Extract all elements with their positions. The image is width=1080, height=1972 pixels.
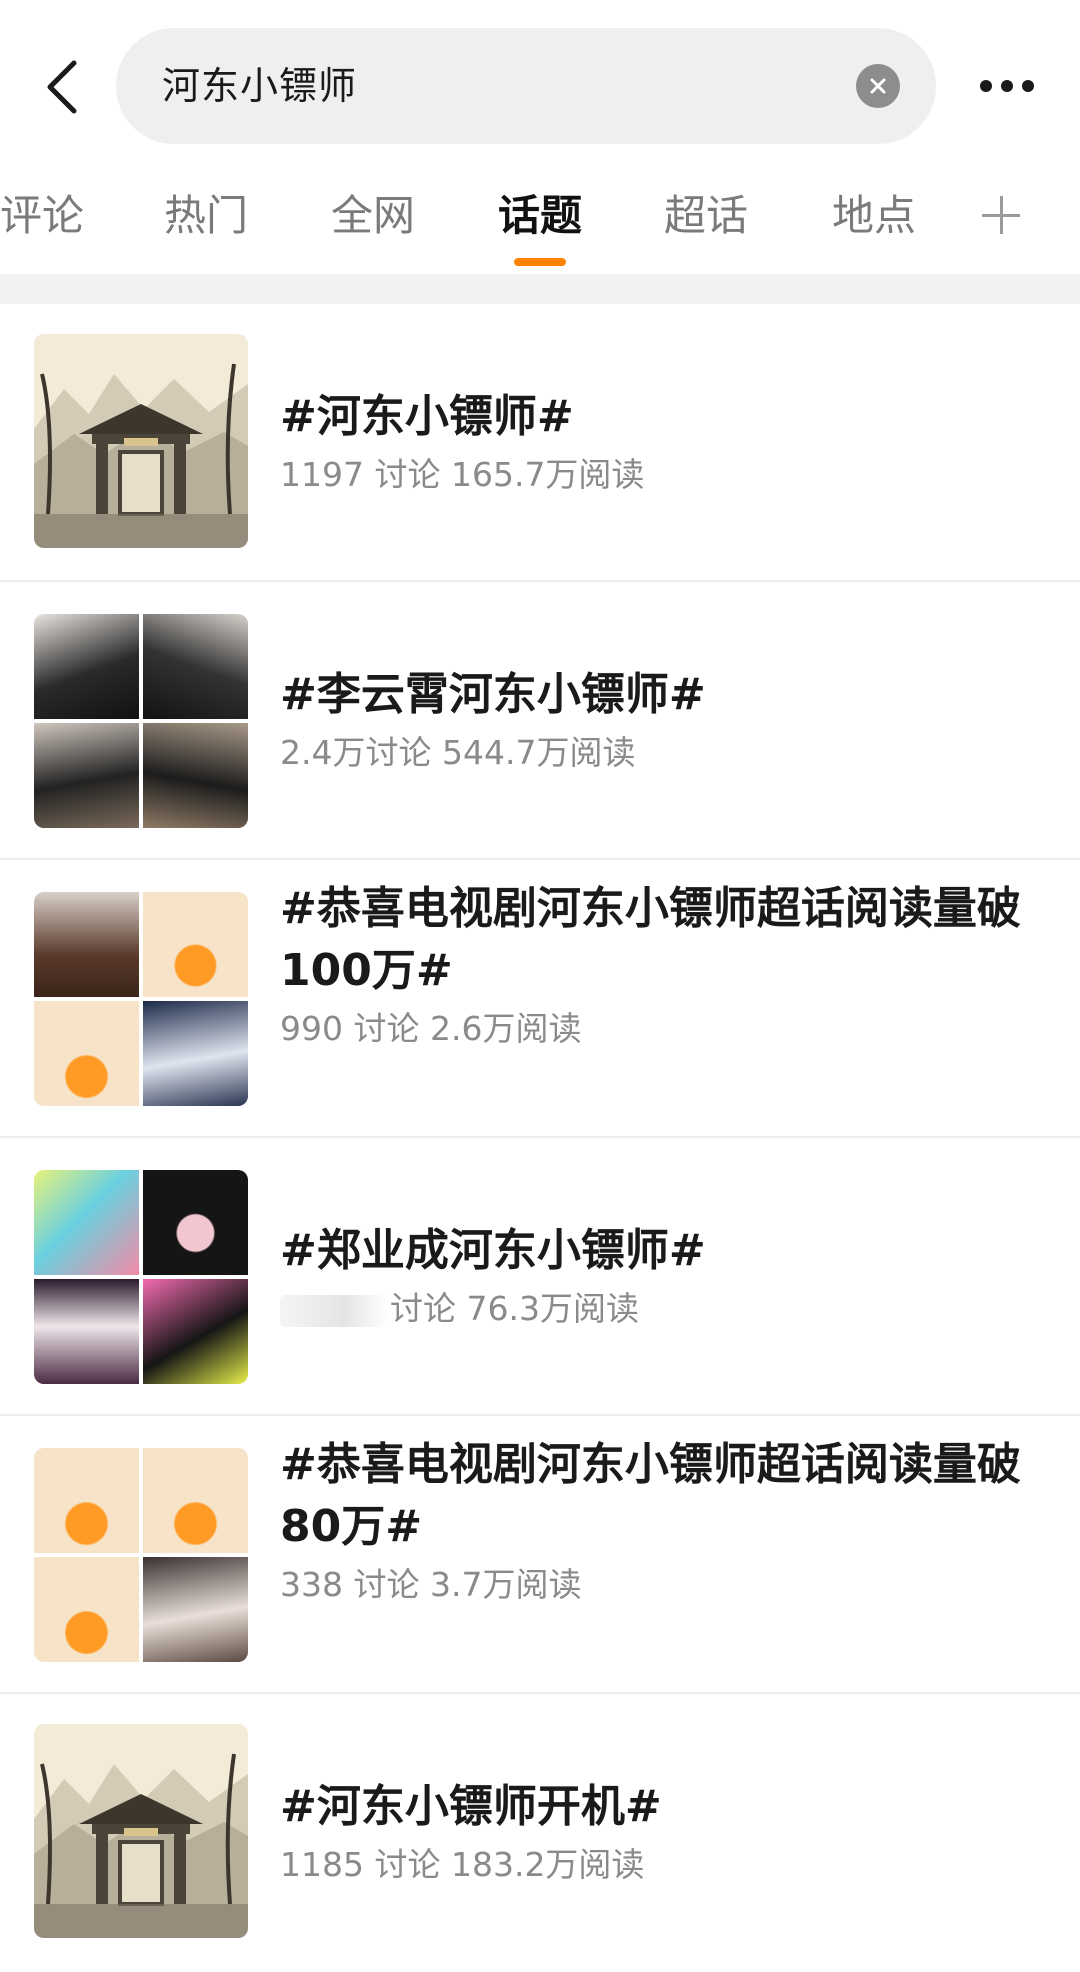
badge-cell — [34, 1001, 139, 1106]
badge-cell — [143, 892, 248, 997]
search-query: 河东小镖师 — [162, 64, 358, 108]
topic-thumbnail — [34, 1170, 248, 1384]
badge-cell — [34, 1448, 139, 1553]
back-button[interactable] — [22, 42, 102, 132]
search-input[interactable]: 河东小镖师 — [116, 28, 936, 144]
topic-title: #河东小镖师# — [280, 391, 574, 442]
topic-title: #恭喜电视剧河东小镖师超话阅读量破100万# — [280, 883, 1021, 996]
badge-cell — [143, 1448, 248, 1553]
ink-painting-gate-image — [34, 1724, 248, 1938]
add-tab-plus-icon[interactable] — [980, 186, 1024, 246]
tab-super-topics[interactable]: 超话 — [664, 186, 748, 246]
top-bar: 河东小镖师 — [0, 0, 1080, 160]
topic-result-item[interactable]: #恭喜电视剧河东小镖师超话阅读量破80万# 338 讨论 3.7万阅读 — [0, 1416, 1080, 1694]
topic-result-item[interactable]: #郑业成河东小镖师# 讨论 76.3万阅读 — [0, 1138, 1080, 1416]
clear-search-button[interactable] — [856, 64, 900, 108]
photo-cell — [34, 614, 139, 719]
search-tabs: 评论 热门 全网 话题 超话 地点 — [0, 160, 1080, 274]
topic-text: #河东小镖师# 1197 讨论 165.7万阅读 — [280, 386, 1050, 498]
photo-cell — [143, 1557, 248, 1662]
topic-stats: 2.4万讨论 544.7万阅读 — [280, 733, 636, 772]
topic-title: #恭喜电视剧河东小镖师超话阅读量破80万# — [280, 1439, 1021, 1552]
topic-stats: 990 讨论 2.6万阅读 — [280, 1009, 582, 1048]
topic-stats: 1185 讨论 183.2万阅读 — [280, 1845, 645, 1884]
more-options-button[interactable] — [962, 56, 1052, 116]
photo-cell — [34, 723, 139, 828]
fan-art-cell — [34, 1170, 139, 1275]
topic-results-list: #河东小镖师# 1197 讨论 165.7万阅读 #李云霄河东小镖师# 2.4万… — [0, 304, 1080, 1972]
more-dots-icon-part — [1022, 80, 1034, 92]
photo-cell — [34, 1279, 139, 1384]
fan-art-cell — [143, 1170, 248, 1275]
topic-text: #郑业成河东小镖师# 讨论 76.3万阅读 — [280, 1220, 1050, 1332]
topic-stats: 338 讨论 3.7万阅读 — [280, 1565, 582, 1604]
topic-text: #河东小镖师开机# 1185 讨论 183.2万阅读 — [280, 1776, 1050, 1888]
topic-title: #河东小镖师开机# — [280, 1781, 662, 1832]
topic-title: #郑业成河东小镖师# — [280, 1225, 706, 1276]
tab-web[interactable]: 全网 — [331, 186, 415, 246]
badge-cell — [34, 1557, 139, 1662]
topic-title: #李云霄河东小镖师# — [280, 669, 706, 720]
photo-cell — [34, 892, 139, 997]
topic-stats: 讨论 76.3万阅读 — [390, 1289, 639, 1328]
topic-thumbnail — [34, 1724, 248, 1938]
topic-text: #恭喜电视剧河东小镖师超话阅读量破80万# 338 讨论 3.7万阅读 — [280, 1434, 1050, 1608]
tab-places[interactable]: 地点 — [832, 186, 916, 246]
topic-result-item[interactable]: #李云霄河东小镖师# 2.4万讨论 544.7万阅读 — [0, 582, 1080, 860]
ink-painting-gate-image — [34, 334, 248, 548]
tab-topics[interactable]: 话题 — [498, 186, 582, 246]
active-tab-indicator — [514, 258, 566, 266]
photo-cell — [143, 1001, 248, 1106]
fan-art-cell — [143, 1279, 248, 1384]
topic-thumbnail — [34, 334, 248, 548]
topic-result-item[interactable]: #河东小镖师# 1197 讨论 165.7万阅读 — [0, 304, 1080, 582]
photo-cell — [143, 723, 248, 828]
topic-result-item[interactable]: #恭喜电视剧河东小镖师超话阅读量破100万# 990 讨论 2.6万阅读 — [0, 860, 1080, 1138]
close-icon — [870, 78, 886, 94]
topic-stats-row: 讨论 76.3万阅读 — [280, 1286, 1050, 1332]
blurred-count — [280, 1294, 388, 1327]
section-divider — [0, 274, 1080, 304]
topic-result-item[interactable]: #河东小镖师开机# 1185 讨论 183.2万阅读 — [0, 1694, 1080, 1972]
topic-text: #李云霄河东小镖师# 2.4万讨论 544.7万阅读 — [280, 664, 1050, 776]
tab-hot[interactable]: 热门 — [164, 186, 248, 246]
tab-comments[interactable]: 评论 — [0, 186, 84, 246]
topic-text: #恭喜电视剧河东小镖师超话阅读量破100万# 990 讨论 2.6万阅读 — [280, 878, 1050, 1052]
topic-thumbnail — [34, 614, 248, 828]
more-dots-icon — [980, 80, 992, 92]
photo-cell — [143, 614, 248, 719]
topic-stats: 1197 讨论 165.7万阅读 — [280, 455, 645, 494]
more-dots-icon-part — [1001, 80, 1013, 92]
topic-thumbnail — [34, 892, 248, 1106]
topic-thumbnail — [34, 1448, 248, 1662]
chevron-left-icon — [47, 60, 77, 114]
